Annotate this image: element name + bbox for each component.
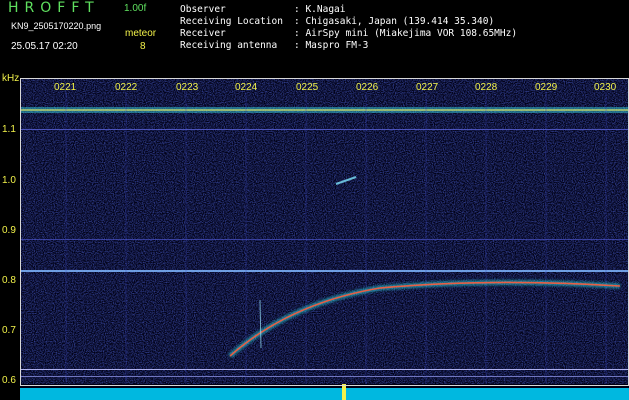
- detection-mode: meteor: [125, 28, 157, 39]
- y-tick-0-8: 0.8: [2, 275, 16, 286]
- y-tick-0-7: 0.7: [2, 325, 16, 336]
- x-tick-0228: 0228: [475, 82, 498, 93]
- x-tick-0222: 0222: [115, 82, 138, 93]
- meta-value: : Maspro FM-3: [294, 40, 369, 51]
- y-tick-1-1: 1.1: [2, 124, 16, 135]
- interference-line: [20, 129, 629, 130]
- app-version: 1.00f: [124, 3, 147, 14]
- spectrogram-canvas: [20, 78, 629, 400]
- x-tick-0223: 0223: [176, 82, 199, 93]
- meta-label: Observer: [180, 4, 226, 15]
- meta-label: Receiving Location: [180, 16, 283, 27]
- x-tick-0227: 0227: [416, 82, 439, 93]
- meta-observer: Observer : K.Nagai: [180, 4, 345, 15]
- carrier-core: [20, 109, 629, 111]
- level-peak: [342, 384, 346, 400]
- x-tick-0225: 0225: [296, 82, 319, 93]
- observation-datetime: 25.05.17 02:20: [11, 41, 78, 52]
- reference-line: [20, 369, 629, 370]
- noise-texture: [20, 78, 629, 384]
- frequency-unit: kHz: [2, 73, 20, 84]
- interference-line: [20, 270, 629, 272]
- meteor-count: 8: [140, 41, 146, 52]
- x-tick-0230: 0230: [594, 82, 617, 93]
- x-tick-0226: 0226: [356, 82, 379, 93]
- meta-antenna: Receiving antenna : Maspro FM-3: [180, 40, 368, 51]
- meta-value: : K.Nagai: [294, 4, 346, 15]
- x-tick-0221: 0221: [54, 82, 77, 93]
- meta-value: : AirSpy mini (Miakejima VOR 108.65MHz): [294, 28, 518, 39]
- level-bar: [20, 388, 629, 400]
- file-name: KN9_2505170220.png: [11, 21, 102, 31]
- meta-receiver: Receiver : AirSpy mini (Miakejima VOR 108…: [180, 28, 517, 39]
- y-tick-0-9: 0.9: [2, 225, 16, 236]
- spectrogram: [20, 78, 629, 400]
- meta-value: : Chigasaki, Japan (139.414 35.340): [294, 16, 495, 27]
- y-tick-0-6: 0.6: [2, 375, 16, 386]
- x-tick-0229: 0229: [535, 82, 558, 93]
- x-tick-0224: 0224: [235, 82, 258, 93]
- interference-line: [20, 239, 629, 240]
- y-tick-1-0: 1.0: [2, 175, 16, 186]
- app-title: HROFFT: [8, 0, 100, 16]
- header-panel: HROFFT 1.00f KN9_2505170220.png meteor 2…: [0, 0, 629, 75]
- reference-line: [20, 376, 629, 377]
- meta-label: Receiving antenna: [180, 40, 278, 51]
- meta-label: Receiver: [180, 28, 226, 39]
- meta-location: Receiving Location : Chigasaki, Japan (13…: [180, 16, 494, 27]
